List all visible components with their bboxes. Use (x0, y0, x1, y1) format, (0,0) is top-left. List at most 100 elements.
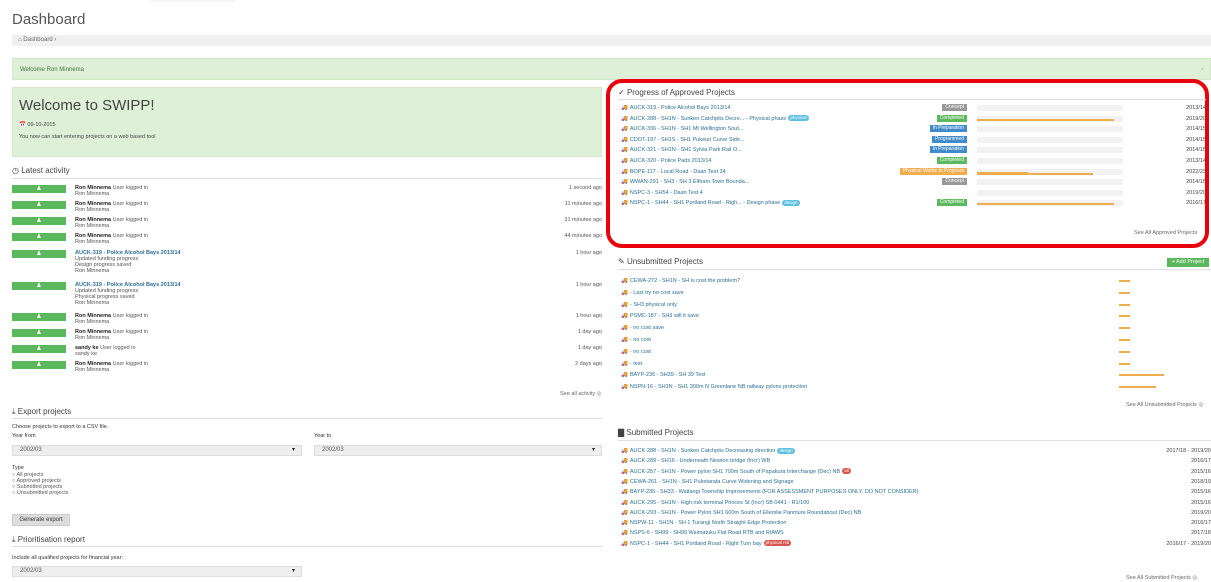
project-link[interactable]: 🚚 PSMC-187 - SH3 will it save (621, 311, 699, 321)
activity-user-button[interactable]: ♟ (12, 217, 66, 225)
activity-user-button[interactable]: ♟ (12, 250, 66, 258)
project-link[interactable]: 🚚 AUCK-319 - Police Alcohol Bays 2013/14 (621, 103, 730, 113)
submitted-project-row[interactable]: 🚚 BAYP-235 - SH33 - Waitangi Township Imp… (621, 487, 1211, 497)
unsubmitted-project-row[interactable]: 🚚 - test (621, 359, 1211, 369)
activity-user-button[interactable]: ♟ (12, 345, 66, 353)
unsubmitted-project-row[interactable]: 🚚 - Last try no cost save (621, 288, 1211, 298)
activity-user-button[interactable]: ♟ (12, 329, 66, 337)
see-all-activity-link[interactable]: See all activity ◎ (560, 391, 602, 397)
approved-project-row[interactable]: 🚚 CDOT-197 - SH1S - SH1 Pukeuri Curve Sid… (621, 135, 1206, 145)
project-year: 2019/20 (1186, 115, 1206, 122)
user-icon: ♟ (36, 362, 42, 368)
approved-project-row[interactable]: 🚚 NSPC-1 - SH44 - SH1 Portland Road - Rig… (621, 198, 1206, 208)
approved-project-row[interactable]: 🚚 BOPE-117 - Local Road - Daan Test 34 Phy… (621, 167, 1206, 177)
project-link[interactable]: 🚚 - SH3 physical only (621, 300, 677, 310)
project-link[interactable]: 🚚 BOPE-117 - Local Road - Daan Test 34 (621, 167, 726, 177)
add-project-button[interactable]: + Add Project (1167, 258, 1209, 267)
truck-icon: 🚚 (621, 313, 628, 320)
generate-export-button[interactable]: Generate export (12, 514, 70, 526)
activity-user-button[interactable]: ♟ (12, 313, 66, 321)
project-link[interactable]: 🚚 - no cost (621, 335, 651, 345)
approved-project-row[interactable]: 🚚 WWAN-291 - SH3 - SH 3 Eltham Town Bound… (621, 177, 1206, 187)
project-link[interactable]: 🚚 CEWA-272 - SH1N - SH is cost the proble… (621, 276, 740, 286)
close-icon[interactable]: × (1200, 59, 1204, 81)
submitted-project-row[interactable]: 🚚 NSPW-11 - SH1N - SH 1 Turangi North Str… (621, 518, 1211, 528)
progress-bar-fill (1119, 386, 1156, 389)
activity-detail: Ron Minnema (75, 335, 110, 341)
approved-project-row[interactable]: 🚚 AUCK-320 - Police Pads 2013/14 Completed… (621, 156, 1206, 166)
type-radio-unsubmitted[interactable]: ○ Unsubmitted projects (12, 490, 69, 496)
project-link[interactable]: 🚚 AUCK-320 - Police Pads 2013/14 (621, 156, 712, 166)
activity-user-button[interactable]: ♟ (12, 361, 66, 369)
project-link[interactable]: 🚚 WWAN-291 - SH3 - SH 3 Eltham Town Bound… (621, 177, 749, 187)
approved-project-row[interactable]: 🚚 AUCK-336 - SH1N - SH1 Mt Wellington Sou… (621, 124, 1206, 134)
year-from-select[interactable]: 2002/03 ▾ (12, 445, 302, 456)
progress-bar (977, 158, 1123, 164)
project-link[interactable]: 🚚 NSPC-1 - SH44 - SH1 Portland Road - Rig… (621, 198, 800, 208)
unsubmitted-project-row[interactable]: 🚚 - no cost (621, 347, 1211, 357)
truck-icon: 🚚 (621, 448, 628, 454)
unsubmitted-project-row[interactable]: 🚚 - SH3 physical only (621, 300, 1211, 310)
project-link[interactable]: 🚚 NSPC-3 - SH54 - Daan Test 4 (621, 188, 703, 198)
submitted-project-row[interactable]: 🚚 AUCK-293 - SH1N - Power Pylon SH1 600m … (621, 508, 1211, 518)
breadcrumb[interactable]: ⌂ Dashboard › (12, 35, 1211, 46)
project-link[interactable]: 🚚 NSPS-6 - SH99 - SH99 Waimatuku Flat Roa… (621, 528, 784, 538)
prioritisation-year-select[interactable]: 2002/03 ▾ (12, 566, 302, 577)
project-link[interactable]: 🚚 - no cost (621, 347, 651, 357)
dropdown-caret-icon: ▾ (291, 568, 295, 574)
submitted-project-row[interactable]: 🚚 CEWA-261 - SH1N - SH1 Puketarata Curve … (621, 477, 1211, 487)
activity-detail: Ron Minnema (75, 191, 110, 197)
submitted-project-row[interactable]: 🚚 AUCK-295 - SH1N - High risk terminal Pr… (621, 498, 1211, 508)
project-link[interactable]: 🚚 AUCK-295 - SH1N - High risk terminal Pr… (621, 498, 809, 508)
project-link[interactable]: 🚚 AUCK-288 - SH1N - Sunken Catchpits Decr… (621, 446, 795, 456)
project-link[interactable]: 🚚 BAYP-236 - SH39 - SH 39 Test (621, 370, 705, 380)
unsubmitted-project-row[interactable]: 🚚 CEWA-272 - SH1N - SH is cost the proble… (621, 276, 1211, 286)
welcome-date: 09-10-2015 (27, 122, 56, 128)
project-link[interactable]: 🚚 NSPN-16 - SH1N - SH1 300m N Greenlane N… (621, 382, 807, 392)
truck-icon: 🚚 (621, 168, 628, 175)
project-link[interactable]: 🚚 AUCK-336 - SH1N - SH1 Mt Wellington Sou… (621, 124, 743, 134)
project-link[interactable]: 🚚 BAYP-235 - SH33 - Waitangi Township Imp… (621, 487, 919, 497)
approved-project-row[interactable]: 🚚 AUCK-321 - SH1N - SH1 Sylvia Park Rail … (621, 145, 1206, 155)
activity-user-button[interactable]: ♟ (12, 201, 66, 209)
project-link[interactable]: 🚚 AUCK-321 - SH1N - SH1 Sylvia Park Rail … (621, 145, 742, 155)
unsubmitted-project-row[interactable]: 🚚 - no cost (621, 335, 1211, 345)
unsubmitted-project-row[interactable]: 🚚 - no cost save (621, 323, 1211, 333)
project-link[interactable]: 🚚 CDOT-197 - SH1S - SH1 Pukeuri Curve Sid… (621, 135, 744, 145)
truck-icon: 🚚 (621, 348, 628, 355)
submitted-project-row[interactable]: 🚚 NSPS-6 - SH99 - SH99 Waimatuku Flat Roa… (621, 528, 1211, 538)
project-link[interactable]: 🚚 AUCK-288 - SH1N - Sunken Catchpits Decr… (621, 114, 809, 124)
project-link[interactable]: 🚚 - no cost save (621, 323, 664, 333)
activity-user-button[interactable]: ♟ (12, 233, 66, 241)
user-icon: ♟ (36, 346, 42, 352)
project-link[interactable]: 🚚 NSPW-11 - SH1N - SH 1 Turangi North Str… (621, 518, 786, 528)
see-all-submitted-link[interactable]: See All Submitted Projects ◎ (1126, 575, 1197, 581)
approved-project-row[interactable]: 🚚 AUCK-288 - SH1N - Sunken Catchpits Decr… (621, 114, 1206, 124)
unsubmitted-project-row[interactable]: 🚚 PSMC-187 - SH3 will it save (621, 311, 1211, 321)
submitted-project-row[interactable]: 🚚 NSPC-1 - SH44 - SH1 Portland Road - Rig… (621, 539, 1211, 549)
arrow-circle-icon: ◎ (596, 391, 602, 397)
submitted-project-row[interactable]: 🚚 AUCK-288 - SH1N - Sunken Catchpits Decr… (621, 446, 1211, 456)
year-to-select[interactable]: 2002/03 ▾ (314, 445, 602, 456)
submitted-project-row[interactable]: 🚚 AUCK-289 - SH16 - Underneath Newton bri… (621, 456, 1211, 466)
unsubmitted-project-row[interactable]: 🚚 NSPN-16 - SH1N - SH1 300m N Greenlane N… (621, 382, 1211, 392)
project-link[interactable]: 🚚 AUCK-293 - SH1N - Power Pylon SH1 600m … (621, 508, 861, 518)
type-label: Type (12, 465, 24, 471)
project-link[interactable]: 🚚 NSPC-1 - SH44 - SH1 Portland Road - Rig… (621, 539, 792, 549)
activity-user-button[interactable]: ♟ (12, 282, 66, 290)
activity-user-button[interactable]: ♟ (12, 185, 66, 193)
progress-bar (977, 126, 1123, 133)
see-all-approved-link[interactable]: See All Approved Projects (1134, 230, 1197, 236)
project-link[interactable]: 🚚 CEWA-261 - SH1N - SH1 Puketarata Curve … (621, 477, 794, 487)
unsubmitted-project-row[interactable]: 🚚 BAYP-236 - SH39 - SH 39 Test (621, 370, 1211, 380)
approved-project-row[interactable]: 🚚 NSPC-3 - SH54 - Daan Test 4 2019/20 (621, 188, 1206, 198)
project-link[interactable]: 🚚 AUCK-257 - SH1N - Power pylon SH1 700m … (621, 467, 851, 477)
project-link[interactable]: 🚚 AUCK-289 - SH16 - Underneath Newton bri… (621, 456, 770, 466)
project-link[interactable]: 🚚 - Last try no cost save (621, 288, 684, 298)
truck-icon: 🚚 (621, 499, 628, 506)
activity-text: Ron Minnema User logged in Ron Minnema (75, 217, 148, 229)
see-all-unsubmitted-link[interactable]: See All Unsubmitted Projects ◎ (1126, 402, 1203, 408)
submitted-project-row[interactable]: 🚚 AUCK-257 - SH1N - Power pylon SH1 700m … (621, 467, 1211, 477)
project-link[interactable]: 🚚 - test (621, 359, 642, 369)
approved-project-row[interactable]: 🚚 AUCK-319 - Police Alcohol Bays 2013/14 C… (621, 103, 1206, 113)
